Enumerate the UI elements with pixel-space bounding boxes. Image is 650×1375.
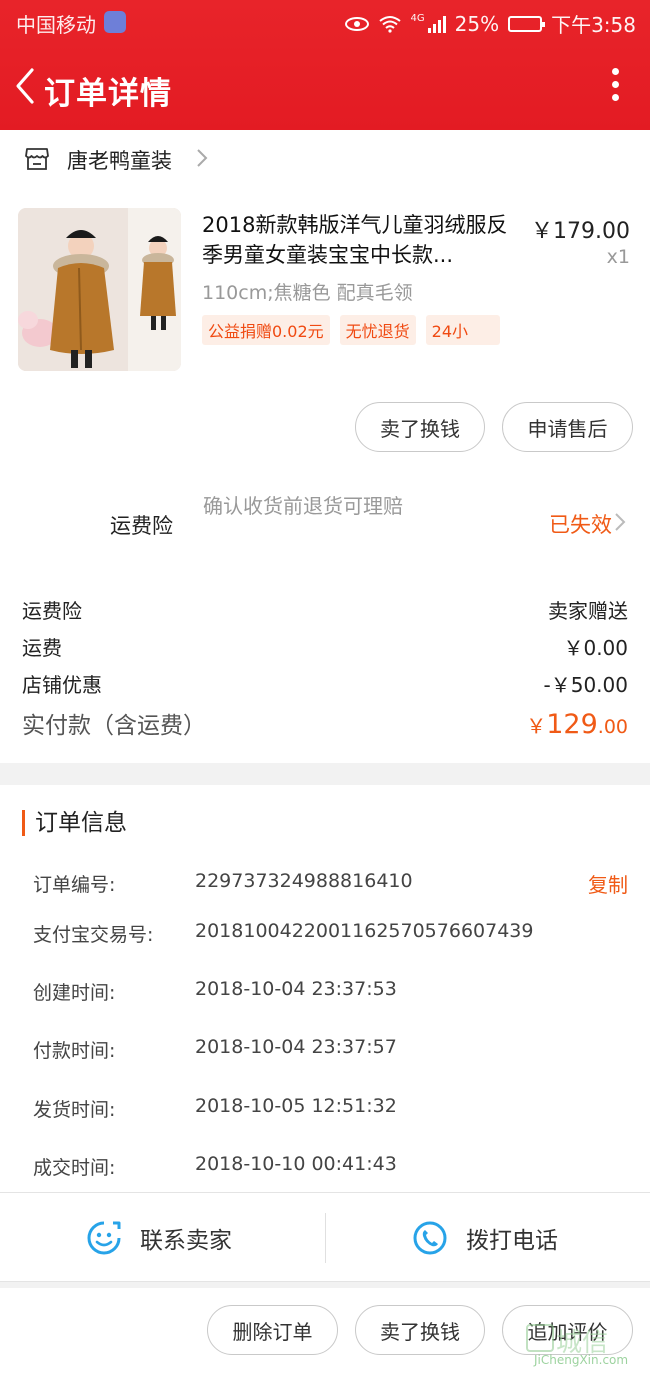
order-info-label: 支付宝交易号:: [33, 924, 154, 946]
summary-row-shipping: 运费 ￥0.00: [22, 632, 628, 661]
tag-free-return: 无忧退货: [339, 315, 416, 345]
chat-smile-icon: [87, 1221, 121, 1255]
freight-insurance-status: 已失效: [549, 513, 612, 537]
section-divider: [0, 763, 650, 785]
order-info-label: 付款时间:: [33, 1040, 116, 1062]
battery-percent: 25%: [454, 11, 500, 36]
battery-icon: [508, 15, 546, 32]
signal-icon: [427, 15, 446, 33]
product-item[interactable]: 2018新款韩版洋气儿童羽绒服反季男童女童装宝宝中长款... ￥179.00 x…: [0, 200, 650, 390]
call-phone-label: 拨打电话: [466, 1228, 558, 1254]
contact-bar: 联系卖家 拨打电话: [0, 1192, 650, 1282]
status-time: 下午3:58: [551, 13, 636, 37]
eye-comfort-icon: [344, 16, 369, 31]
header-bar: 中国移动 4G 25% 下午3:58 订单详情: [0, 0, 650, 130]
summary-row-insurance: 运费险 卖家赠送: [22, 595, 628, 624]
carrier-name: 中国移动: [16, 13, 96, 37]
product-spec: 110cm;焦糖色 配真毛领: [202, 282, 413, 304]
section-divider: [0, 1282, 650, 1288]
summary-value: 卖家赠送: [548, 599, 628, 623]
back-arrow-icon[interactable]: [12, 66, 42, 106]
tag-charity: 公益捐赠0.02元: [202, 315, 330, 345]
contact-divider: [325, 1213, 326, 1263]
shop-row[interactable]: 唐老鸭童装: [0, 130, 650, 188]
contact-seller-button[interactable]: 联系卖家: [86, 1193, 232, 1283]
app-notification-icon: [104, 11, 126, 33]
after-sale-button[interactable]: 申请售后: [502, 402, 633, 452]
freight-insurance-label: 运费险: [110, 514, 173, 538]
sell-exchange-button[interactable]: 卖了换钱: [355, 402, 485, 452]
product-title[interactable]: 2018新款韩版洋气儿童羽绒服反季男童女童装宝宝中长款...: [202, 210, 522, 270]
nav-bar: 订单详情: [0, 56, 650, 120]
summary-label: 运费险: [22, 599, 82, 623]
order-info-value: 2018-10-05 12:51:32: [195, 1095, 397, 1117]
summary-value: ￥0.00: [563, 636, 628, 660]
delete-order-button[interactable]: 删除订单: [207, 1305, 338, 1355]
product-price: ￥179.00: [531, 219, 630, 244]
copy-button[interactable]: 复制: [588, 869, 628, 898]
watermark-url: JiChengXin.com: [534, 1353, 629, 1367]
status-bar: 中国移动 4G 25% 下午3:58: [0, 0, 650, 44]
wifi-icon: [378, 15, 401, 33]
watermark: 城信 JiChengXin.com: [526, 1322, 646, 1372]
product-image[interactable]: [18, 208, 181, 371]
contact-seller-label: 联系卖家: [140, 1228, 232, 1254]
chevron-right-icon: [197, 149, 208, 167]
watermark-logo-icon: [526, 1324, 554, 1352]
order-info-value: 2018100422001162570576607439: [195, 920, 534, 942]
summary-label: 店铺优惠: [22, 673, 102, 697]
page-title: 订单详情: [44, 76, 172, 112]
sell-exchange-button[interactable]: 卖了换钱: [355, 1305, 485, 1355]
freight-insurance-description: 确认收货前退货可理赔: [203, 494, 403, 518]
order-info-title: 订单信息: [22, 810, 127, 836]
tag-24h: 24小: [425, 315, 500, 345]
order-info-label: 创建时间:: [33, 982, 116, 1004]
summary-row-discount: 店铺优惠 -￥50.00: [22, 669, 628, 698]
summary-value: -￥50.00: [543, 673, 628, 697]
phone-icon: [413, 1221, 447, 1255]
more-options-icon[interactable]: [610, 68, 620, 104]
order-info-value: 2018-10-04 23:37:53: [195, 978, 397, 1000]
shop-icon: [25, 148, 49, 170]
total-amount: ￥129.00: [526, 709, 628, 740]
order-info-label: 发货时间:: [33, 1099, 116, 1121]
shop-name: 唐老鸭童装: [67, 149, 172, 173]
summary-label: 运费: [22, 636, 62, 660]
order-info-label: 订单编号:: [33, 874, 116, 896]
total-label: 实付款（含运费）: [22, 713, 206, 739]
network-type: 4G: [410, 13, 425, 24]
chevron-right-icon: [615, 513, 626, 531]
order-info-label: 成交时间:: [33, 1157, 116, 1179]
product-tags: 公益捐赠0.02元 无忧退货 24小: [202, 315, 500, 345]
call-phone-button[interactable]: 拨打电话: [412, 1193, 558, 1283]
order-info-value: 2018-10-10 00:41:43: [195, 1153, 397, 1175]
summary-total: 实付款（含运费） ￥129.00: [22, 706, 628, 740]
order-info-value: 229737324988816410: [195, 870, 413, 892]
product-quantity: x1: [606, 246, 630, 268]
order-info-value: 2018-10-04 23:37:57: [195, 1036, 397, 1058]
status-icons: 4G 25% 下午3:58: [344, 9, 636, 38]
